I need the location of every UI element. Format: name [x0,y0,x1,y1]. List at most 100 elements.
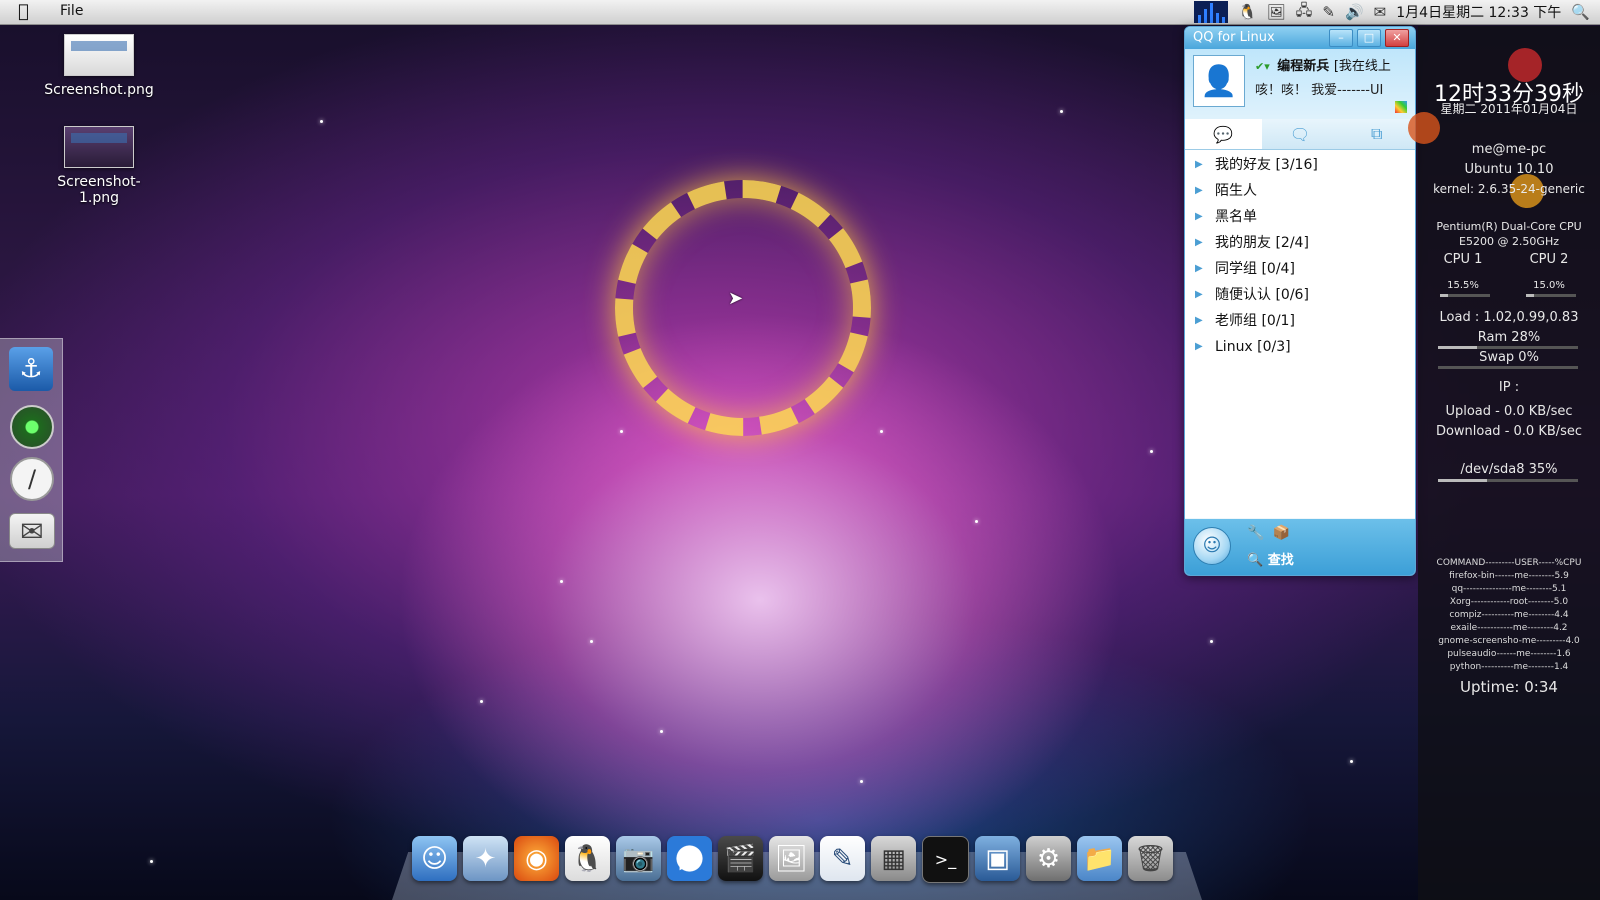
cpu2-value: 15.0% [1533,280,1565,291]
apple-menu-icon[interactable]:  [18,1,29,22]
tab-contacts[interactable]: 💬 [1185,119,1262,149]
conky-kernel: kernel: 2.6.35-24-generic [1433,182,1585,196]
file-menu[interactable]: File [60,3,83,19]
image-file-icon [64,34,134,76]
conky-cpu-model: Pentium(R) Dual-Core CPU [1436,220,1582,233]
swap-bar [1438,366,1578,369]
maximize-button[interactable]: □ [1357,29,1381,47]
process-row: gnome-screensho-me---------4.0 [1438,636,1580,646]
list-item[interactable]: ▶ Linux [0/3] [1185,334,1415,360]
ram-bar [1438,346,1578,349]
finder-icon[interactable]: ☺ [412,836,457,881]
conky-cpu-speed: E5200 @ 2.50GHz [1459,235,1559,248]
left-dock: ⚓ / ✉ [0,338,63,562]
conky-download: Download - 0.0 KB/sec [1435,424,1583,439]
qq-tray-icon[interactable]: 🐧 [1238,3,1257,21]
desktop-icon-label: Screenshot-1.png [57,174,141,206]
recent-icon: ⧉ [1370,124,1383,143]
desktop-icon-screenshot-1[interactable]: Screenshot-1.png [39,126,159,206]
list-item[interactable]: ▶ 我的好友 [3/16] [1185,152,1415,178]
qq-penguin-icon[interactable]: 🐧 [565,836,610,881]
process-row: python----------me--------1.4 [1449,662,1569,672]
menubar-clock[interactable]: 1月4日星期二 12:33 下午 [1396,2,1561,22]
process-row: Xorg------------root--------5.0 [1449,597,1569,607]
cpu1-label: CPU 1 [1443,252,1483,267]
document-icon[interactable]: ✎ [820,836,865,881]
terminal-icon[interactable]: >_ [922,836,969,883]
network-graph-icon[interactable] [1193,1,1228,23]
conky-os: Ubuntu 10.10 [1464,162,1554,177]
settings-icon[interactable]: ⚙ [1026,836,1071,881]
photo-icon[interactable]: 🖼 [769,836,814,881]
expand-arrow-icon: ▶ [1195,185,1203,196]
network-tray-icon[interactable]: 🖧 [1296,0,1313,25]
trash-icon[interactable]: 🗑 [1128,836,1173,881]
conky-disk: /dev/sda8 35% [1460,462,1558,477]
qq-main-menu-button[interactable]: ☺ [1193,527,1231,565]
status-text: [我在线上 [1333,59,1391,74]
calculator-icon[interactable]: ▦ [871,836,916,881]
conky-date: 星期二 2011年01月04日 [1440,102,1578,116]
desktop-icon-label: Screenshot.png [44,82,154,98]
conky-user: me@me-pc [1471,142,1547,157]
tab-groups[interactable]: 🗨 [1262,119,1339,149]
list-item[interactable]: ▶ 我的朋友 [2/4] [1185,230,1415,256]
avatar[interactable]: 👤 [1193,55,1245,107]
tab-recent[interactable]: ⧉ [1338,119,1415,149]
expand-arrow-icon: ▶ [1195,263,1203,274]
list-item[interactable]: ▶ 随便认认 [0/6] [1185,282,1415,308]
display-tray-icon[interactable]: 🖼 [1267,3,1286,21]
process-row: exaile-----------me--------4.2 [1450,623,1568,633]
green-orb-icon[interactable] [10,405,54,449]
list-item[interactable]: ▶ 陌生人 [1185,178,1415,204]
close-button[interactable]: ✕ [1385,29,1409,47]
system-tray: 🐧 🖼 🖧 ✎ 🔊 ✉ 1月4日星期二 12:33 下午 🔍 [1193,0,1600,25]
anchor-icon[interactable]: ⚓ [9,347,53,391]
pen-tray-icon[interactable]: ✎ [1322,3,1335,21]
signature[interactable]: 咳！咳！ 我爱-------UI [1255,79,1383,98]
list-item[interactable]: ▶ 老师组 [0/1] [1185,308,1415,334]
find-button[interactable]: 🔍 查找 [1247,549,1294,568]
mail-bird-icon[interactable]: ✦ [463,836,508,881]
chat-bubble-icon: 💬 [1213,124,1234,144]
online-status-icon[interactable]: ✔▾ [1255,60,1270,73]
expand-arrow-icon: ▶ [1195,211,1203,222]
cpu1-value: 15.5% [1447,280,1479,291]
mouse-cursor-icon: ➤ [728,288,744,309]
play-icon[interactable]: ▶ [667,836,712,881]
camera-icon[interactable]: 📷 [616,836,661,881]
firefox-icon[interactable]: ◉ [514,836,559,881]
expand-arrow-icon: ▶ [1195,315,1203,326]
minimize-button[interactable]: – [1329,29,1353,47]
process-header: COMMAND---------USER-----%CPU [1436,558,1582,568]
clock-icon[interactable]: / [10,457,54,501]
process-row: pulseaudio------me--------1.6 [1447,649,1571,659]
app-box-icon[interactable]: 📦 [1272,525,1289,541]
qq-bottom-bar: ☺ 🔧 📦 🔍 查找 [1185,519,1415,575]
virtualbox-icon[interactable]: ▣ [975,836,1020,881]
search-icon[interactable]: 🔍 [1571,3,1590,21]
list-item[interactable]: ▶ 黑名单 [1185,204,1415,230]
mail-icon[interactable]: ✉ [9,513,55,549]
conky-ip: IP : [1498,380,1520,395]
expand-arrow-icon: ▶ [1195,159,1203,170]
top-menubar:  File 🐧 🖼 🖧 ✎ 🔊 ✉ 1月4日星期二 12:33 下午 🔍 [0,0,1600,25]
conky-load: Load : 1.02,0.99,0.83 [1439,310,1579,325]
cpu2-label: CPU 2 [1529,252,1569,267]
mail-tray-icon[interactable]: ✉ [1374,3,1387,21]
qq-window: QQ for Linux – □ ✕ 👤 ✔▾ 编程新兵 [我在线上 咳！咳！ … [1184,26,1416,576]
folder-icon[interactable]: 📁 [1077,836,1122,881]
conky-ram: Ram 28% [1477,330,1541,345]
search-icon: 🔍 [1247,553,1264,568]
skin-icon[interactable] [1395,101,1407,113]
conky-upload: Upload - 0.0 KB/sec [1445,404,1573,419]
expand-arrow-icon: ▶ [1195,237,1203,248]
movie-icon[interactable]: 🎬 [718,836,763,881]
list-item[interactable]: ▶ 同学组 [0/4] [1185,256,1415,282]
cpu2-bar [1526,294,1576,297]
wrench-icon[interactable]: 🔧 [1247,525,1264,541]
volume-icon[interactable]: 🔊 [1345,3,1364,21]
desktop-icon-screenshot[interactable]: Screenshot.png [39,34,159,98]
nickname[interactable]: ✔▾ 编程新兵 [我在线上 [1255,55,1391,74]
qq-titlebar[interactable]: QQ for Linux – □ ✕ [1185,27,1415,49]
